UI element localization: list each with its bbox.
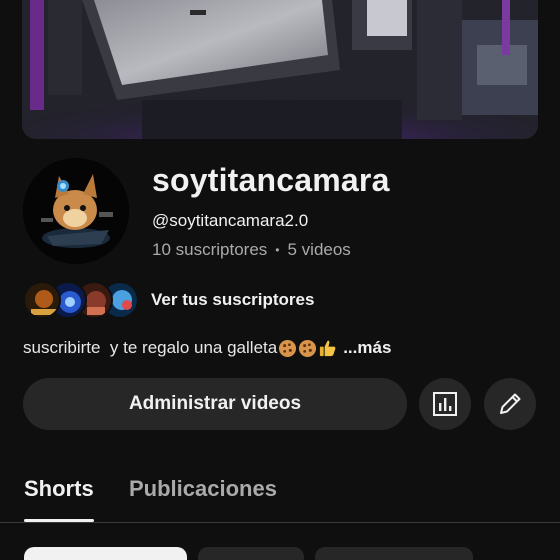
edit-channel-button[interactable] (484, 378, 536, 430)
channel-stats: 10 suscriptores • 5 videos (152, 240, 351, 260)
filter-chip[interactable] (24, 547, 187, 560)
thumbs-up-emoji-icon (320, 340, 336, 356)
view-subscribers-link[interactable]: Ver tus suscriptores (151, 290, 314, 310)
subscriber-avatars (23, 281, 139, 319)
manage-videos-button[interactable]: Administrar videos (23, 378, 407, 430)
channel-tabs: Shorts Publicaciones (0, 468, 560, 523)
avatar-image (23, 158, 129, 264)
pencil-icon (500, 393, 521, 414)
channel-banner[interactable] (22, 0, 538, 139)
channel-description[interactable]: suscribirte y te regalo una galleta ...m… (23, 338, 391, 358)
channel-name: soytitancamara (152, 162, 390, 198)
cookie-emoji-icon (299, 339, 317, 357)
analytics-button[interactable] (419, 378, 471, 430)
selected-tab-indicator (24, 519, 94, 522)
filter-chip[interactable] (315, 547, 473, 560)
channel-page: soytitancamara @soytitancamara2.0 10 sus… (0, 0, 560, 560)
tab-publicaciones[interactable]: Publicaciones (129, 476, 277, 502)
subscriber-avatar (23, 281, 61, 319)
filter-chip[interactable] (198, 547, 304, 560)
video-count: 5 videos (287, 240, 351, 259)
description-text: suscribirte y te regalo una galleta (23, 338, 278, 357)
channel-handle: @soytitancamara2.0 (152, 211, 309, 230)
description-more-link[interactable]: ...más (343, 338, 391, 358)
banner-image (22, 0, 538, 139)
analytics-icon (433, 392, 457, 416)
stats-separator: • (275, 243, 280, 257)
channel-avatar[interactable] (23, 158, 129, 264)
tab-shorts[interactable]: Shorts (24, 476, 94, 502)
subscribers-row[interactable]: Ver tus suscriptores (23, 281, 314, 319)
cookie-emoji-icon (279, 339, 297, 357)
subscriber-count: 10 suscriptores (152, 240, 268, 259)
